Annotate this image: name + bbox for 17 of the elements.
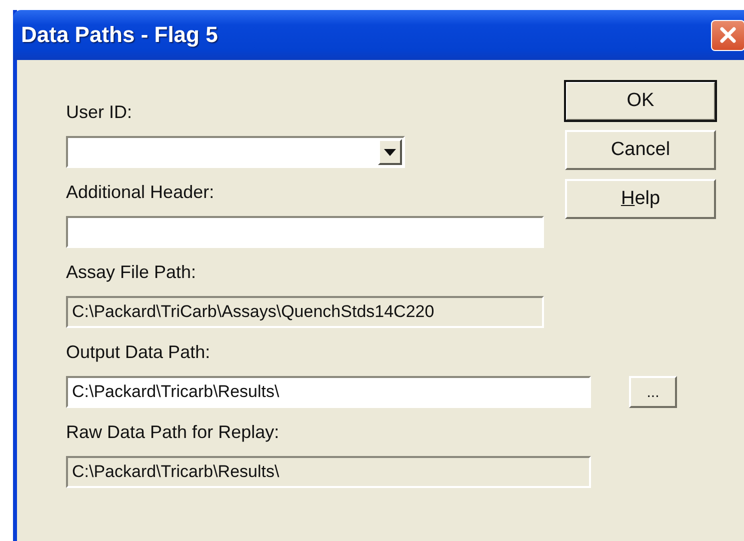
field-label: Raw Data Path for Replay: [66, 421, 280, 443]
text-field[interactable] [66, 216, 544, 248]
field-label: Additional Header: [66, 181, 214, 203]
caret-icon [384, 148, 396, 156]
dropdown-button[interactable] [378, 139, 402, 165]
combo-box[interactable] [66, 136, 405, 168]
dialog-button[interactable]: OK [565, 81, 716, 121]
field-label: User ID: [66, 101, 132, 123]
browse-button[interactable]: ... [629, 376, 677, 408]
field-label: Output Data Path: [66, 341, 210, 363]
field-label: Assay File Path: [66, 261, 196, 283]
window-title: Data Paths - Flag 5 [21, 22, 218, 48]
text-field[interactable]: C:\Packard\Tricarb\Results\ [66, 376, 591, 408]
dialog-button[interactable]: Cancel [565, 130, 716, 170]
close-icon [719, 26, 737, 44]
close-button[interactable] [711, 20, 744, 50]
dialog-button[interactable]: Help [565, 179, 716, 219]
